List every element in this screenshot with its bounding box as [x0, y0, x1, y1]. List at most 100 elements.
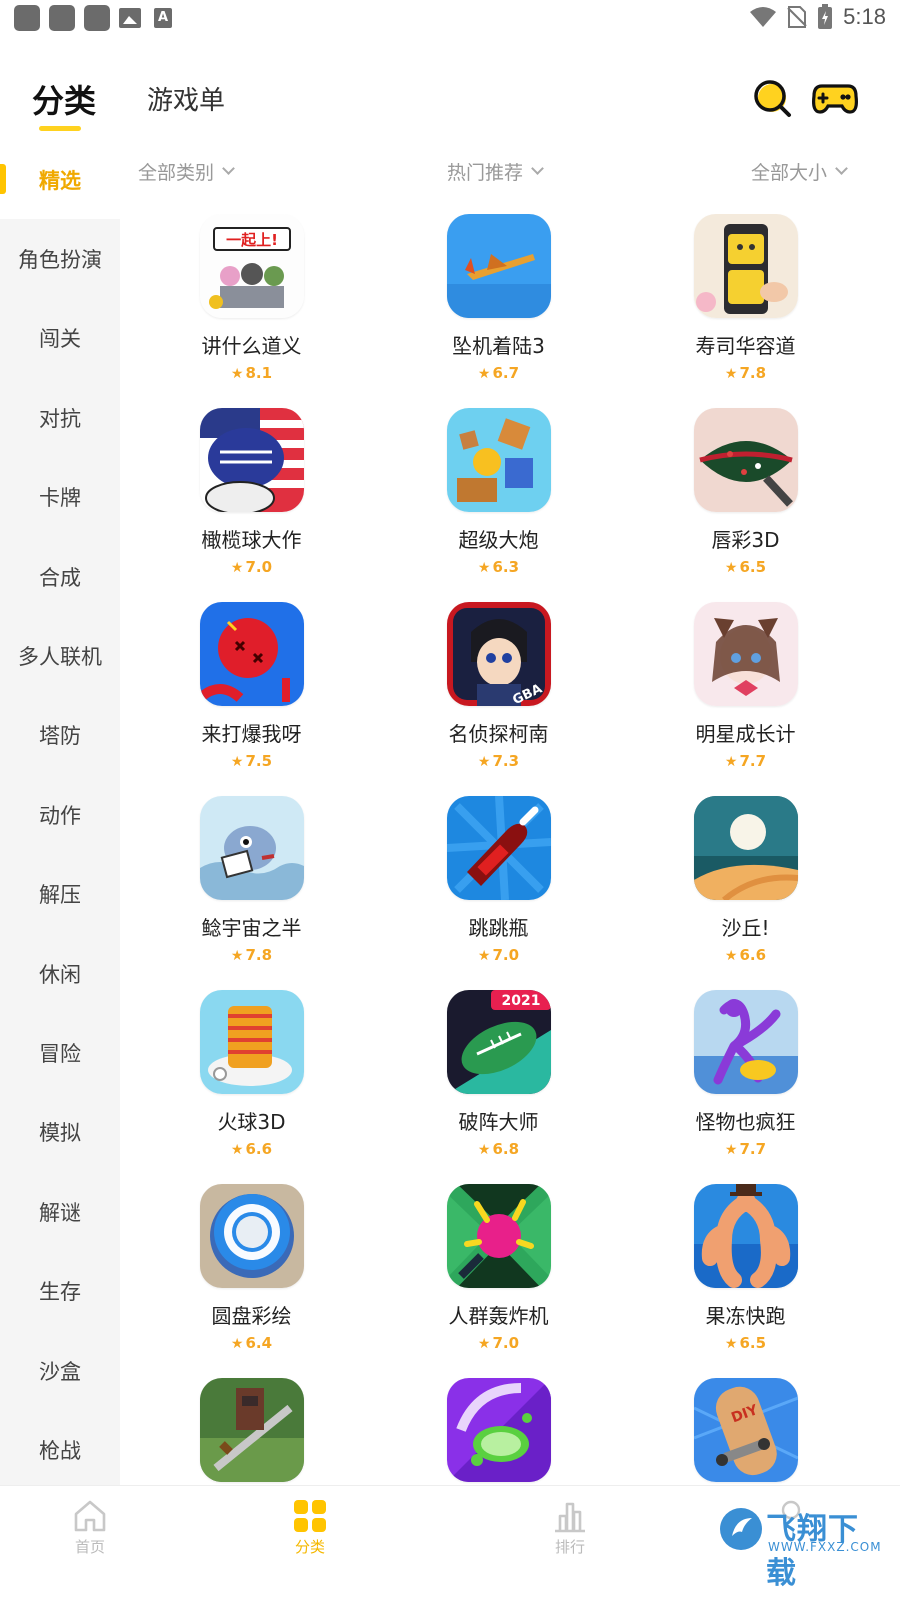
sidebar-item[interactable]: 生存: [0, 1252, 120, 1331]
nav-home[interactable]: 首页: [45, 1498, 135, 1557]
nav-category[interactable]: 分类: [265, 1498, 355, 1557]
game-card[interactable]: 2021 破阵大师 ★ 6.8: [375, 990, 622, 1184]
sidebar-item[interactable]: 冒险: [0, 1013, 120, 1092]
sidebar-item[interactable]: 对抗: [0, 378, 120, 457]
game-icon[interactable]: [694, 990, 798, 1094]
game-card[interactable]: [128, 1378, 375, 1484]
filter-category-dropdown[interactable]: 全部类别: [138, 158, 235, 185]
sidebar-item[interactable]: 闯关: [0, 299, 120, 378]
game-artwork: [200, 602, 304, 706]
notification-icons: A: [14, 5, 172, 31]
game-rating: ★ 7.7: [622, 1140, 869, 1158]
game-card[interactable]: 坠机着陆3 ★ 6.7: [375, 214, 622, 408]
sidebar-item[interactable]: 解压: [0, 855, 120, 934]
tab-category[interactable]: 分类: [32, 76, 96, 122]
rating-value: 7.7: [739, 752, 767, 770]
game-rating: ★ 6.8: [375, 1140, 622, 1158]
game-icon[interactable]: [200, 796, 304, 900]
sidebar-item-label: 沙盒: [39, 1359, 81, 1384]
search-icon[interactable]: [750, 76, 794, 120]
tab-game-list[interactable]: 游戏单: [147, 80, 225, 117]
rating-value: 7.0: [492, 946, 520, 964]
game-card[interactable]: 火球3D ★ 6.6: [128, 990, 375, 1184]
game-icon[interactable]: DIY: [694, 1378, 798, 1482]
sidebar-item-label: 枪战: [39, 1438, 81, 1463]
game-artwork: [200, 1184, 304, 1288]
game-icon[interactable]: [447, 1378, 551, 1482]
game-icon[interactable]: [447, 1184, 551, 1288]
game-card[interactable]: 唇彩3D ★ 6.5: [622, 408, 869, 602]
nav-ranking[interactable]: 排行: [525, 1498, 615, 1557]
game-icon[interactable]: [694, 796, 798, 900]
game-card[interactable]: 圆盘彩绘 ★ 6.4: [128, 1184, 375, 1378]
sidebar-item[interactable]: 角色扮演: [0, 219, 120, 298]
game-icon[interactable]: [200, 408, 304, 512]
game-icon[interactable]: [447, 214, 551, 318]
sidebar-item[interactable]: 动作: [0, 775, 120, 854]
game-icon[interactable]: [694, 1184, 798, 1288]
game-card[interactable]: 怪物也疯狂 ★ 7.7: [622, 990, 869, 1184]
rating-value: 7.3: [492, 752, 520, 770]
game-name: 鲶宇宙之半: [201, 916, 302, 940]
svg-text:2021: 2021: [502, 993, 541, 1009]
sidebar-item-label: 角色扮演: [18, 247, 102, 272]
game-icon[interactable]: [200, 602, 304, 706]
sidebar-item-label: 多人联机: [18, 644, 102, 669]
game-icon[interactable]: [200, 1378, 304, 1482]
game-icon[interactable]: GBA: [447, 602, 551, 706]
sidebar-item-label: 冒险: [39, 1041, 81, 1066]
rating-value: 7.8: [739, 364, 767, 382]
game-artwork: [694, 1184, 798, 1288]
sidebar-item[interactable]: 塔防: [0, 696, 120, 775]
sidebar-item-label: 合成: [39, 565, 81, 590]
game-name: 寿司华容道: [695, 334, 796, 358]
game-card[interactable]: 鲶宇宙之半 ★ 7.8: [128, 796, 375, 990]
game-card[interactable]: GBA 名侦探柯南 ★ 7.3: [375, 602, 622, 796]
gamepad-icon[interactable]: [812, 76, 858, 120]
sidebar-item[interactable]: 休闲: [0, 934, 120, 1013]
sidebar-item[interactable]: 卡牌: [0, 458, 120, 537]
game-icon[interactable]: [447, 408, 551, 512]
star-icon: ★: [230, 1336, 244, 1352]
game-card[interactable]: 寿司华容道 ★ 7.8: [622, 214, 869, 408]
game-card[interactable]: 橄榄球大作 ★ 7.0: [128, 408, 375, 602]
game-card[interactable]: 人群轰炸机 ★ 7.0: [375, 1184, 622, 1378]
sidebar-item[interactable]: 枪战: [0, 1410, 120, 1485]
game-rating: ★ 7.5: [128, 752, 375, 770]
sidebar-item[interactable]: 解谜: [0, 1172, 120, 1251]
game-name: 来打爆我呀: [201, 722, 302, 746]
sidebar-item[interactable]: 多人联机: [0, 616, 120, 695]
game-icon[interactable]: [200, 1184, 304, 1288]
filter-size-dropdown[interactable]: 全部大小: [751, 158, 848, 185]
game-rating: ★ 7.8: [622, 364, 869, 382]
game-icon[interactable]: [694, 602, 798, 706]
no-sim-icon: [787, 6, 807, 28]
sidebar-item[interactable]: 合成: [0, 537, 120, 616]
game-card[interactable]: 一起上! 讲什么道义 ★ 8.1: [128, 214, 375, 408]
game-icon[interactable]: [447, 796, 551, 900]
rating-value: 7.5: [245, 752, 273, 770]
sidebar-item[interactable]: 精选: [0, 140, 120, 219]
nav-label: 分类: [294, 1538, 325, 1556]
game-icon[interactable]: 一起上!: [200, 214, 304, 318]
game-card[interactable]: 明星成长计 ★ 7.7: [622, 602, 869, 796]
filter-sort-dropdown[interactable]: 热门推荐: [447, 158, 544, 185]
game-icon[interactable]: [200, 990, 304, 1094]
game-card[interactable]: 来打爆我呀 ★ 7.5: [128, 602, 375, 796]
game-artwork: [694, 602, 798, 706]
image-icon: [119, 8, 141, 28]
game-icon[interactable]: [694, 408, 798, 512]
game-icon[interactable]: [694, 214, 798, 318]
game-card[interactable]: 沙丘! ★ 6.6: [622, 796, 869, 990]
game-card[interactable]: 超级大炮 ★ 6.3: [375, 408, 622, 602]
star-icon: ★: [230, 366, 244, 382]
game-card[interactable]: 跳跳瓶 ★ 7.0: [375, 796, 622, 990]
game-icon[interactable]: 2021: [447, 990, 551, 1094]
sidebar-item[interactable]: 模拟: [0, 1093, 120, 1172]
status-bar: A 5:18: [0, 0, 900, 38]
game-card[interactable]: DIY: [622, 1378, 869, 1484]
game-card[interactable]: 果冻快跑 ★ 6.5: [622, 1184, 869, 1378]
sidebar-item-label: 对抗: [39, 406, 81, 431]
game-card[interactable]: [375, 1378, 622, 1484]
sidebar-item[interactable]: 沙盒: [0, 1331, 120, 1410]
